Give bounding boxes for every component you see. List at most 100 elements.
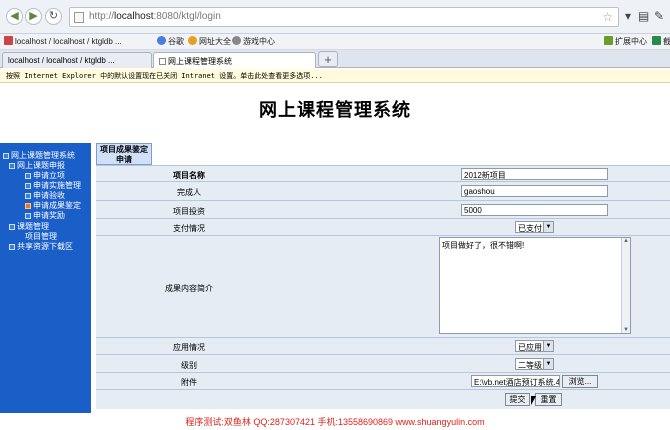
sidebar: 网上课题管理系统 网上课题申报 申请立项 申请实施管理 申请验收 申请成果鉴定 …	[0, 143, 91, 413]
sidebar-item-label: 项目管理	[25, 232, 57, 241]
screenshot-icon	[652, 36, 661, 45]
bookmark-label: 谷歌	[168, 37, 184, 46]
submit-button[interactable]: 提交	[505, 393, 530, 406]
reset-button[interactable]: 重置	[535, 393, 562, 406]
attachment-label: 附件	[181, 378, 197, 387]
new-tab-button[interactable]: +	[318, 51, 338, 67]
sites-icon	[188, 36, 197, 45]
tree-leaf-icon	[25, 193, 31, 199]
sidebar-item-label: 网上课题申报	[17, 161, 65, 170]
summary-textarea[interactable]: 项目做好了，很不错啊!	[439, 237, 631, 334]
textarea-scrollbar[interactable]	[621, 238, 630, 333]
bookmark-star-icon[interactable]: ☆	[602, 10, 613, 24]
row-level: 级别 二等级 ▼	[96, 354, 670, 372]
payment-select[interactable]: 已支付 ▼	[515, 221, 554, 233]
refresh-icon[interactable]: ↻	[45, 8, 62, 25]
info-bar-text: 按照 Internet Explorer 中的默认设置现在已关闭 Intrane…	[6, 72, 323, 80]
sidebar-item-label: 课题管理	[17, 222, 49, 231]
google-icon	[157, 36, 166, 45]
payment-label: 支付情况	[173, 224, 205, 233]
bookmark-label: 网址大全	[199, 37, 231, 46]
completer-label: 完成人	[177, 188, 201, 197]
row-attachment: 附件 E:\vb.net酒店预订系统.4 浏览...	[96, 372, 670, 389]
tab-label: localhost / localhost / ktgldb ...	[8, 56, 115, 65]
investment-input[interactable]: 5000	[461, 204, 608, 216]
bookmark-label: 游戏中心	[243, 37, 275, 46]
back-icon[interactable]: ◀	[6, 8, 23, 25]
completer-input[interactable]: gaoshou	[461, 185, 608, 197]
sidebar-item-label: 申请实施管理	[33, 181, 81, 190]
attachment-path-input[interactable]: E:\vb.net酒店预订系统.4	[471, 375, 560, 387]
tab-course-system[interactable]: 网上课程管理系统	[153, 52, 316, 68]
screenshot-label: 截	[663, 37, 670, 46]
summary-label: 成果内容简介	[165, 284, 213, 293]
level-label: 级别	[181, 361, 197, 370]
tree-folder-icon	[9, 224, 15, 230]
bookmark-google[interactable]: 谷歌	[157, 36, 184, 47]
tree-node-icon	[3, 153, 9, 159]
row-completer: 完成人 gaoshou	[96, 181, 670, 200]
section-tab-appraisal: 项目成果鉴定申请	[96, 143, 152, 165]
extensions-label: 扩展中心	[615, 37, 647, 46]
bookmark-sites[interactable]: 网址大全	[188, 36, 231, 47]
sidebar-item-shared-download[interactable]: 共享资源下载区	[9, 241, 73, 252]
sidebar-item-label: 申请立项	[33, 171, 65, 180]
sidebar-item-label: 申请奖励	[33, 211, 65, 220]
mouse-cursor-icon	[531, 396, 536, 405]
sidebar-item-label: 申请成果鉴定	[33, 201, 81, 210]
sidebar-item-label: 共享资源下载区	[17, 242, 73, 251]
project-name-input[interactable]: 2012新项目	[461, 168, 608, 180]
tree-leaf-active-icon	[25, 203, 31, 209]
row-application: 应用情况 已应用 ▼	[96, 337, 670, 354]
extensions-center[interactable]: 扩展中心	[604, 36, 647, 47]
forward-icon[interactable]: ▶	[25, 8, 42, 25]
tree-leaf-icon	[25, 173, 31, 179]
address-url[interactable]: http://localhost:8080/ktgl/login	[89, 11, 221, 22]
row-investment: 项目投资 5000	[96, 200, 670, 218]
extensions-icon	[604, 36, 613, 45]
tab-localhost[interactable]: localhost / localhost / ktgldb ...	[2, 52, 152, 68]
tree-folder-icon	[9, 163, 15, 169]
tab-strip: localhost / localhost / ktgldb ... 网上课程管…	[0, 50, 670, 68]
tree-leaf-icon	[25, 183, 31, 189]
games-icon	[232, 36, 241, 45]
summary-text: 项目做好了，很不错啊!	[442, 241, 525, 250]
row-project-name: 项目名称 2012新项目	[96, 165, 670, 181]
footer-credit: 程序测试:双鱼林 QQ:287307421 手机:13558690869 www…	[185, 417, 485, 427]
page-menu-icon[interactable]: ▤	[638, 9, 649, 23]
project-name-label: 项目名称	[173, 171, 205, 180]
page-icon	[74, 12, 84, 23]
row-actions: 提交 重置	[96, 389, 670, 409]
bookmark-games[interactable]: 游戏中心	[232, 36, 275, 47]
screenshot-tool[interactable]: 截	[652, 36, 670, 47]
chevron-down-icon: ▼	[543, 359, 553, 369]
tree-leaf-icon	[25, 213, 31, 219]
tools-icon[interactable]: ✎	[654, 9, 664, 23]
application-select-value: 已应用	[518, 343, 542, 352]
level-select[interactable]: 二等级 ▼	[515, 358, 554, 370]
bookmarks-bar: localhost / localhost / ktgldb ... 谷歌 网址…	[0, 34, 670, 50]
investment-label: 项目投资	[173, 207, 205, 216]
sidebar-item-label: 申请验收	[33, 191, 65, 200]
page-title: 网上课程管理系统	[259, 100, 411, 121]
level-select-value: 二等级	[518, 361, 542, 370]
chevron-down-icon: ▼	[543, 341, 553, 351]
bookmark-label: localhost / localhost / ktgldb ...	[15, 37, 122, 46]
browse-button[interactable]: 浏览...	[562, 375, 598, 388]
tab-label: 网上课程管理系统	[168, 57, 232, 66]
bookmark-icon	[4, 36, 13, 45]
application-select[interactable]: 已应用 ▼	[515, 340, 554, 352]
info-bar[interactable]: 按照 Internet Explorer 中的默认设置现在已关闭 Intrane…	[0, 69, 670, 83]
chevron-down-icon: ▼	[543, 222, 553, 232]
sidebar-item-label: 网上课题管理系统	[11, 151, 75, 160]
appraisal-form: 项目名称 2012新项目 完成人 gaoshou 项目投资 5000 支付情况 …	[96, 165, 670, 409]
tree-folder-icon	[9, 244, 15, 250]
sidebar-item-apply-reward[interactable]: 申请奖励	[25, 210, 65, 221]
payment-select-value: 已支付	[518, 224, 542, 233]
bookmark-localhost[interactable]: localhost / localhost / ktgldb ...	[4, 36, 122, 46]
tab-page-icon	[159, 58, 166, 65]
row-payment: 支付情况 已支付 ▼	[96, 218, 670, 235]
address-bar[interactable]: http://localhost:8080/ktgl/login ☆	[69, 7, 619, 27]
dropdown-icon[interactable]: ▾	[625, 9, 631, 23]
browser-toolbar: ◀ ▶ ↻ http://localhost:8080/ktgl/login ☆…	[0, 0, 670, 34]
